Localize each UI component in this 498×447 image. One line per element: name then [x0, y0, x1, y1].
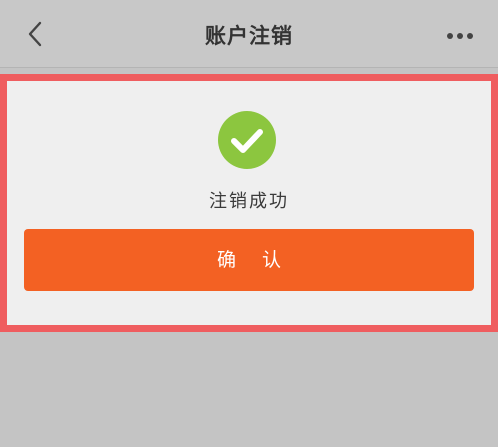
more-options-button[interactable] [444, 24, 476, 48]
success-message: 注销成功 [209, 191, 289, 212]
more-dots-icon [447, 33, 473, 39]
check-circle-icon [218, 111, 276, 169]
page-title: 账户注销 [205, 24, 293, 48]
deactivation-result-dialog: 注销成功 确 认 [0, 74, 498, 332]
confirm-button[interactable]: 确 认 [24, 229, 474, 291]
top-navigation-bar: 账户注销 [0, 0, 498, 68]
